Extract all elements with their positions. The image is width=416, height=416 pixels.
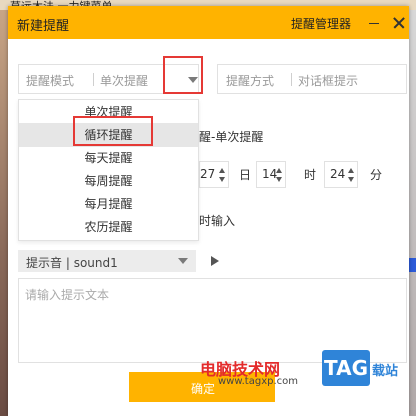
watermark-url: www.tagxp.com	[218, 376, 298, 387]
reminder-manager-link[interactable]: 提醒管理器	[291, 15, 351, 32]
option-lunar[interactable]: 农历提醒	[19, 215, 198, 239]
background-link	[408, 258, 416, 272]
chevron-down-icon[interactable]	[219, 177, 225, 182]
watermark-tail: 载站	[372, 364, 399, 379]
background-right-strip	[408, 10, 416, 416]
option-monthly[interactable]: 每月提醒	[19, 192, 198, 216]
sound-label: 提示音 | sound1	[26, 256, 118, 270]
minute-unit: 分	[370, 168, 383, 182]
chevron-up-icon[interactable]	[219, 168, 225, 173]
hour-stepper[interactable]: 14	[256, 161, 286, 188]
dialog-title: 新建提醒	[17, 19, 70, 34]
chevron-down-icon[interactable]	[276, 177, 282, 182]
option-weekly[interactable]: 每周提醒	[19, 169, 198, 193]
reminder-text-placeholder: 请输入提示文本	[25, 288, 110, 302]
reminder-mode-label: 提醒模式	[26, 74, 75, 88]
chevron-down-icon[interactable]	[178, 258, 188, 264]
chevron-up-icon[interactable]	[276, 168, 282, 173]
hour-unit: 时	[304, 168, 317, 182]
reminder-method-label: 提醒方式	[226, 74, 275, 88]
title-bar: 新建提醒 提醒管理器	[8, 6, 409, 39]
option-daily[interactable]: 每天提醒	[19, 146, 198, 170]
chevron-up-icon[interactable]	[348, 168, 354, 173]
minimize-icon[interactable]	[364, 13, 384, 33]
chevron-down-icon[interactable]	[348, 177, 354, 182]
day-stepper[interactable]: 27	[199, 161, 229, 188]
input-hint: 时输入	[199, 214, 236, 228]
background-left-strip	[0, 10, 8, 416]
watermark-tag-logo: TAG	[322, 350, 370, 386]
close-icon[interactable]	[389, 13, 409, 33]
hour-value: 14	[262, 167, 278, 181]
reminder-method-value: 对话框提示	[298, 74, 359, 88]
sound-select[interactable]: 提示音 | sound1	[18, 250, 196, 272]
highlight-box-caret	[163, 56, 203, 94]
divider	[93, 73, 94, 86]
confirm-label: 确定	[191, 382, 216, 396]
divider	[291, 73, 292, 86]
day-value: 27	[200, 167, 216, 181]
day-unit: 日	[239, 168, 252, 182]
play-icon[interactable]	[211, 256, 219, 266]
reminder-method-select[interactable]: 提醒方式 对话框提示	[217, 64, 407, 94]
minute-stepper[interactable]: 24	[324, 161, 358, 188]
highlight-box-option	[73, 116, 153, 146]
minute-value: 24	[330, 167, 346, 181]
reminder-mode-value: 单次提醒	[100, 74, 149, 88]
reminder-description: 醒-单次提醒	[199, 130, 264, 144]
